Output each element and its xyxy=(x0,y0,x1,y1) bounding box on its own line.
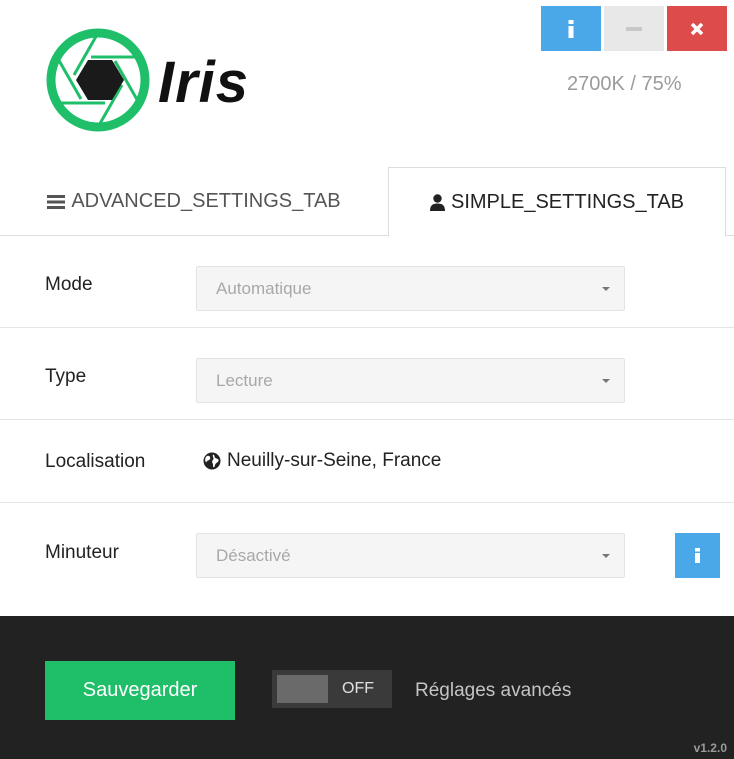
type-row: Type Lecture xyxy=(0,328,734,420)
type-label: Type xyxy=(45,366,87,387)
mode-label: Mode xyxy=(45,274,93,295)
advanced-settings-label: Réglages avancés xyxy=(415,680,572,701)
timer-row: Minuteur Désactivé xyxy=(0,503,734,616)
minimize-icon xyxy=(626,26,642,31)
tab-simple-settings[interactable]: SIMPLE_SETTINGS_TAB xyxy=(388,167,726,237)
close-button[interactable] xyxy=(667,6,727,51)
mode-row: Mode Automatique xyxy=(0,236,734,328)
toggle-knob xyxy=(277,675,328,703)
tab-advanced-settings[interactable]: ADVANCED_SETTINGS_TAB xyxy=(0,167,388,236)
toggle-state: OFF xyxy=(342,680,374,697)
location-value[interactable]: Neuilly-sur-Seine, France xyxy=(203,450,441,472)
aperture-logo-icon xyxy=(46,28,150,132)
user-icon xyxy=(429,193,445,211)
globe-icon xyxy=(203,452,221,470)
advanced-settings-toggle[interactable]: OFF xyxy=(272,670,392,708)
info-icon xyxy=(695,548,700,563)
timer-value: Désactivé xyxy=(216,545,291,565)
logo: Iris xyxy=(44,27,274,137)
type-select[interactable]: Lecture xyxy=(196,358,625,403)
info-button[interactable] xyxy=(541,6,601,51)
status-readout: 2700K / 75% xyxy=(567,73,682,95)
tab-label: SIMPLE_SETTINGS_TAB xyxy=(450,190,685,213)
mode-value: Automatique xyxy=(216,278,312,298)
chevron-down-icon xyxy=(602,379,610,383)
header: Iris 2700K / 75% xyxy=(0,0,734,168)
location-row: Localisation Neuilly-sur-Seine, France xyxy=(0,420,734,503)
location-label: Localisation xyxy=(45,451,146,472)
info-icon xyxy=(568,19,574,38)
version-label: v1.2.0 xyxy=(693,741,727,755)
app-name: Iris xyxy=(158,50,250,115)
mode-select[interactable]: Automatique xyxy=(196,266,625,311)
timer-select[interactable]: Désactivé xyxy=(196,533,625,578)
close-icon xyxy=(690,22,704,35)
location-text: Neuilly-sur-Seine, France xyxy=(227,450,442,471)
minimize-button[interactable] xyxy=(604,6,664,51)
footer: Sauvegarder OFF Réglages avancés v1.2.0 xyxy=(0,616,734,759)
window-controls xyxy=(541,6,727,51)
chevron-down-icon xyxy=(602,554,610,558)
save-button[interactable]: Sauvegarder xyxy=(45,661,235,720)
timer-info-button[interactable] xyxy=(675,533,720,578)
tab-label: ADVANCED_SETTINGS_TAB xyxy=(71,190,341,212)
bars-icon xyxy=(47,194,66,210)
timer-label: Minuteur xyxy=(45,542,119,563)
chevron-down-icon xyxy=(602,287,610,291)
type-value: Lecture xyxy=(216,370,273,390)
tab-bar: ADVANCED_SETTINGS_TAB SIMPLE_SETTINGS_TA… xyxy=(0,167,734,237)
